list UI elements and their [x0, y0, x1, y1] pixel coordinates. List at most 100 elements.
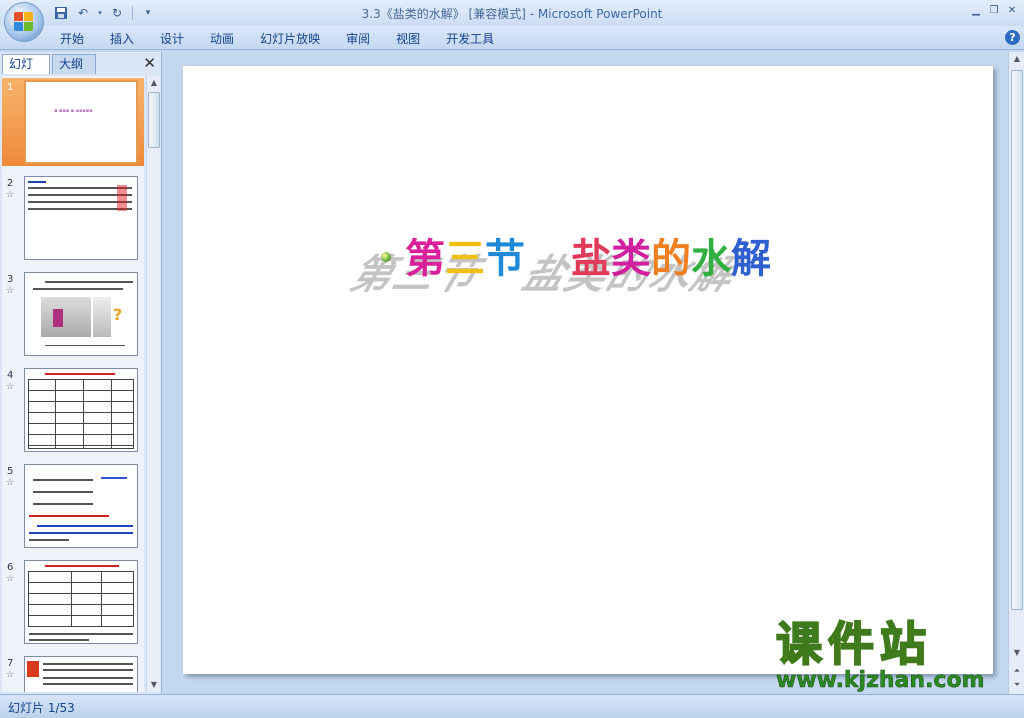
thumbnail-row-5[interactable]: 5 ☆: [2, 462, 144, 550]
tab-view[interactable]: 视图: [396, 30, 434, 48]
thumbnail-number: 6: [7, 562, 14, 573]
thumbnail-row-1[interactable]: 1 ▪ ▪▪▪ ▪ ▪▪▪▪▪: [2, 78, 144, 166]
help-icon[interactable]: ?: [1005, 30, 1020, 45]
thumbnail-number: 1: [7, 82, 14, 93]
thumbnail-line: [45, 345, 125, 346]
thumbnail-line: [29, 532, 133, 534]
tab-design[interactable]: 设计: [160, 30, 198, 48]
thumbnail-number: 2: [7, 178, 14, 189]
title-part2: 盐类的水解: [571, 236, 771, 282]
watermark-logo: 课件站 www.kjzhan.com: [772, 617, 1004, 694]
tab-developer[interactable]: 开发工具: [446, 30, 508, 48]
thumbnail-table: [28, 571, 134, 627]
title-char: 的: [651, 236, 691, 282]
watermark-text: 课件站: [775, 617, 932, 671]
title-char: 解: [731, 236, 771, 282]
thumbnail-number: 7: [7, 658, 14, 669]
close-icon[interactable]: ✕: [1004, 3, 1020, 17]
window-title: 3.3《盐类的水解》 [兼容模式] - Microsoft PowerPoint: [0, 5, 1024, 22]
thumbnail-title: ▪ ▪▪▪ ▪ ▪▪▪▪▪: [54, 108, 93, 114]
scroll-up-icon[interactable]: ▲: [1010, 52, 1024, 66]
thumbnail-row-4[interactable]: 4 ☆: [2, 366, 144, 454]
tab-insert[interactable]: 插入: [110, 30, 148, 48]
thumbnail-line: [28, 181, 46, 183]
thumbnail-photo: [41, 297, 91, 337]
scroll-down-icon[interactable]: ▼: [1010, 646, 1024, 660]
thumbnail-row-6[interactable]: 6 ☆: [2, 558, 144, 646]
slide-thumbnail-7[interactable]: [24, 656, 138, 692]
slide-thumbnail-list: 1 ▪ ▪▪▪ ▪ ▪▪▪▪▪ 2 ☆ 3 ☆ ? 4 ☆ 5 ☆ 6 ☆ 7 …: [2, 76, 144, 692]
thumbnail-line: [33, 288, 123, 290]
thumbnail-line: [45, 373, 115, 375]
animation-star-icon: ☆: [6, 382, 15, 392]
slides-panel: 幻灯片 大纲 ✕ 1 ▪ ▪▪▪ ▪ ▪▪▪▪▪ 2 ☆ 3: [0, 52, 162, 694]
scroll-down-icon[interactable]: ▼: [147, 678, 161, 692]
thumbnail-line: [29, 539, 69, 541]
app-name: Microsoft PowerPoint: [537, 7, 663, 21]
thumbnail-row-7[interactable]: 7 ☆: [2, 654, 144, 692]
tab-review[interactable]: 审阅: [346, 30, 384, 48]
watermark-url: www.kjzhan.com: [776, 668, 985, 694]
previous-slide-icon[interactable]: ⏶: [1010, 664, 1024, 678]
thumbnail-line: [29, 633, 133, 635]
title-char: 盐: [571, 236, 611, 282]
thumbnail-table-col: [101, 571, 102, 627]
thumbnail-table: [28, 379, 134, 449]
thumbnail-line: [29, 639, 89, 641]
slide-thumbnail-6[interactable]: [24, 560, 138, 644]
tab-animations[interactable]: 动画: [210, 30, 248, 48]
thumbnail-row-3[interactable]: 3 ☆ ?: [2, 270, 144, 358]
thumbnail-row-2[interactable]: 2 ☆: [2, 174, 144, 262]
tab-outline[interactable]: 大纲: [52, 54, 96, 74]
scrollbar-thumb[interactable]: [1011, 70, 1023, 610]
restore-icon[interactable]: ❐: [986, 3, 1002, 17]
animation-star-icon: ☆: [6, 286, 15, 296]
thumbnail-line: [43, 663, 133, 665]
thumbnail-line: [45, 281, 133, 283]
thumbnail-line: [33, 491, 93, 493]
scroll-up-icon[interactable]: ▲: [147, 76, 161, 90]
title-part1: 第三节: [405, 236, 525, 282]
thumbnail-table-col: [55, 379, 56, 449]
tab-slideshow[interactable]: 幻灯片放映: [260, 30, 334, 48]
thumbnail-table-col: [83, 379, 84, 449]
editor-scrollbar[interactable]: ▲ ▼ ⏶ ⏷: [1008, 52, 1024, 694]
animation-star-icon: ☆: [6, 574, 15, 584]
next-slide-icon[interactable]: ⏷: [1010, 678, 1024, 692]
window-controls: ▁ ❐ ✕: [968, 3, 1020, 17]
tab-home[interactable]: 开始: [60, 30, 98, 48]
title-char: 节: [485, 236, 525, 282]
thumbnail-table-col: [71, 571, 72, 627]
close-icon[interactable]: ✕: [143, 54, 156, 72]
status-bar: 幻灯片 1/53: [0, 694, 1024, 718]
animation-star-icon: ☆: [6, 190, 15, 200]
office-button[interactable]: [4, 2, 44, 42]
bullet-icon: [381, 252, 391, 262]
minimize-icon[interactable]: ▁: [968, 3, 984, 17]
thumbnail-line: [29, 515, 109, 517]
current-slide[interactable]: 第三节 盐类的水解 第三节 盐类的水解: [183, 66, 993, 674]
tab-slides[interactable]: 幻灯片: [2, 54, 50, 90]
ribbon-tabs: 开始 插入 设计 动画 幻灯片放映 审阅 视图 开发工具: [60, 30, 520, 48]
thumbnail-number: 5: [7, 466, 14, 477]
slide-thumbnail-1[interactable]: ▪ ▪▪▪ ▪ ▪▪▪▪▪: [24, 80, 138, 164]
thumbnail-scrollbar[interactable]: ▲ ▼: [146, 76, 160, 692]
slide-thumbnail-4[interactable]: [24, 368, 138, 452]
title-char: 三: [445, 236, 485, 282]
slide-editor: 第三节 盐类的水解 第三节 盐类的水解: [164, 52, 1006, 694]
thumbnail-photo: [93, 297, 111, 337]
scrollbar-thumb[interactable]: [148, 92, 160, 148]
thumbnail-number: 3: [7, 274, 14, 285]
thumbnail-line: [43, 677, 133, 679]
slide-title[interactable]: 第三节 盐类的水解: [405, 226, 771, 286]
title-char: 水: [691, 236, 731, 282]
document-title: 3.3《盐类的水解》 [兼容模式] -: [361, 7, 535, 21]
thumbnail-line: [33, 503, 93, 505]
slide-thumbnail-3[interactable]: ?: [24, 272, 138, 356]
animation-star-icon: ☆: [6, 478, 15, 488]
title-bar: ↶ ▾ ↻ ▾ 3.3《盐类的水解》 [兼容模式] - Microsoft Po…: [0, 0, 1024, 42]
slide-thumbnail-5[interactable]: [24, 464, 138, 548]
thumbnail-line: [43, 683, 133, 685]
thumbnail-line: [101, 477, 127, 479]
slide-thumbnail-2[interactable]: [24, 176, 138, 260]
